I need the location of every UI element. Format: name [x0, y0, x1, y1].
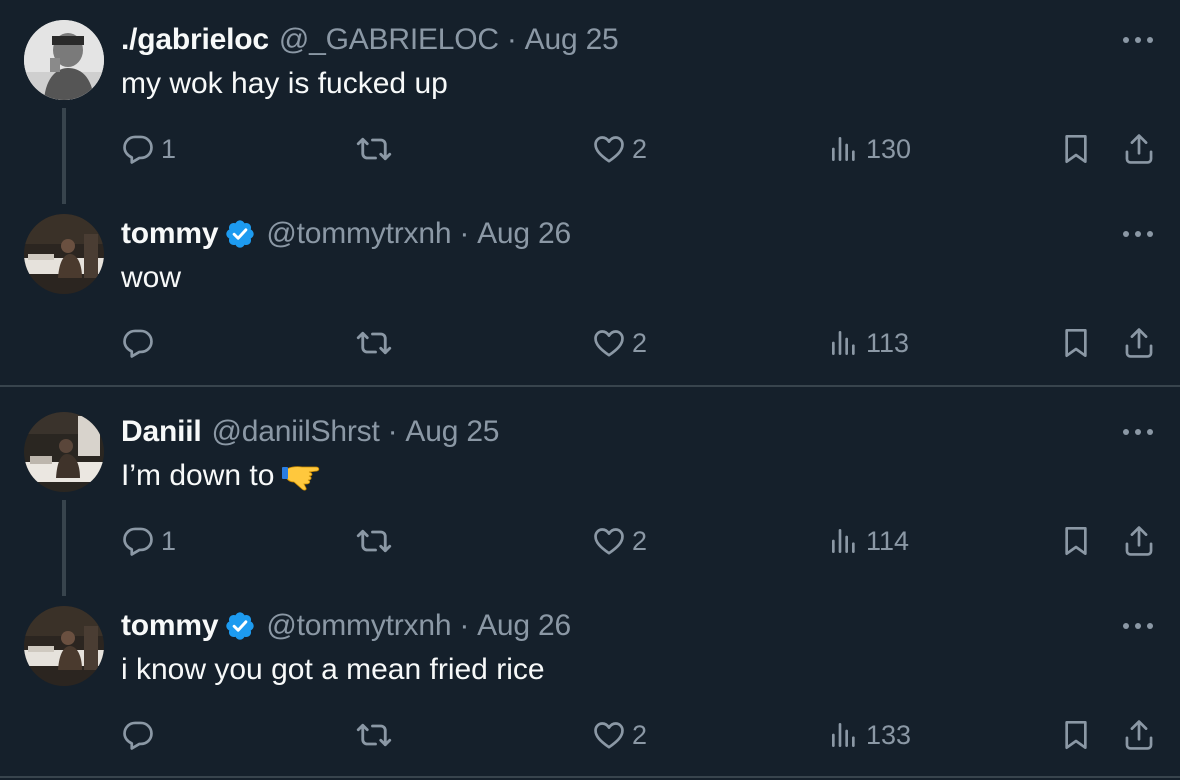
- retweet-button[interactable]: [356, 715, 392, 755]
- bookmark-button[interactable]: [1060, 715, 1092, 755]
- separator-dot: ·: [459, 609, 470, 642]
- reply-button[interactable]: [121, 715, 161, 755]
- user-handle[interactable]: @tommytrxnh: [266, 609, 451, 643]
- views-button[interactable]: 133: [828, 715, 911, 755]
- retweet-icon: [356, 717, 392, 753]
- verified-badge-icon: [224, 610, 256, 642]
- view-count: 133: [866, 719, 912, 750]
- tweet-date[interactable]: Aug 26: [477, 609, 571, 643]
- tweet-text: i know you got a mean fried rice: [121, 653, 545, 686]
- share-button[interactable]: [1122, 715, 1156, 755]
- conversation-divider: [0, 776, 1180, 778]
- more-icon[interactable]: [1118, 606, 1158, 646]
- bookmark-icon: [1060, 718, 1092, 752]
- like-icon: [592, 718, 626, 752]
- display-name[interactable]: tommy: [121, 609, 219, 643]
- tweet[interactable]: tommy @tommytrxnh · Aug 26 i know you go…: [0, 0, 1180, 776]
- share-icon: [1122, 718, 1156, 752]
- like-count: 2: [632, 719, 648, 750]
- avatar[interactable]: [24, 606, 104, 686]
- avatar-image: [24, 606, 104, 686]
- like-button[interactable]: 2: [592, 715, 647, 755]
- reply-icon: [121, 718, 155, 752]
- views-icon: [828, 719, 860, 751]
